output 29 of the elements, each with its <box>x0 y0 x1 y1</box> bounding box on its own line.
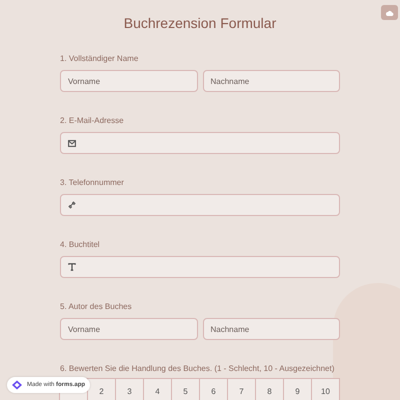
text-icon <box>68 263 76 271</box>
rating-option[interactable]: 7 <box>227 378 256 400</box>
form-title: Buchrezension Formular <box>122 14 278 32</box>
input-field[interactable] <box>60 132 340 154</box>
envelope-icon <box>68 140 76 146</box>
input-field[interactable] <box>60 256 340 278</box>
rating-option[interactable]: 4 <box>143 378 172 400</box>
question-label: 5. Autor des Buches <box>60 302 133 312</box>
question-label: 4. Buchtitel <box>60 240 101 250</box>
logo-icon <box>11 380 23 390</box>
upload-button[interactable] <box>381 5 398 20</box>
phone-icon <box>68 201 76 209</box>
rating-option[interactable]: 5 <box>171 378 200 400</box>
input-field[interactable]: Vorname <box>60 70 198 92</box>
rating-option[interactable]: 8 <box>255 378 284 400</box>
rating-option[interactable]: 9 <box>283 378 312 400</box>
question-label: 2. E-Mail-Adresse <box>60 116 125 126</box>
rating-option[interactable]: 3 <box>115 378 144 400</box>
question-label: 6. Bewerten Sie die Handlung des Buches. (1 - Schlecht, 10 - Ausgezeichnet) <box>60 364 336 374</box>
rating-option[interactable]: 6 <box>199 378 228 400</box>
input-field[interactable]: Nachname <box>202 70 340 92</box>
input-field[interactable] <box>60 194 340 216</box>
question-label: 1. Vollständiger Name <box>60 54 140 64</box>
question-label: 3. Telefonnummer <box>60 178 125 188</box>
rating-option[interactable]: 10 <box>311 378 340 400</box>
cloud-icon <box>386 10 394 16</box>
input-field[interactable]: Vorname <box>60 318 198 340</box>
input-field[interactable]: Nachname <box>202 318 340 340</box>
rating-option[interactable]: 2 <box>87 378 116 400</box>
